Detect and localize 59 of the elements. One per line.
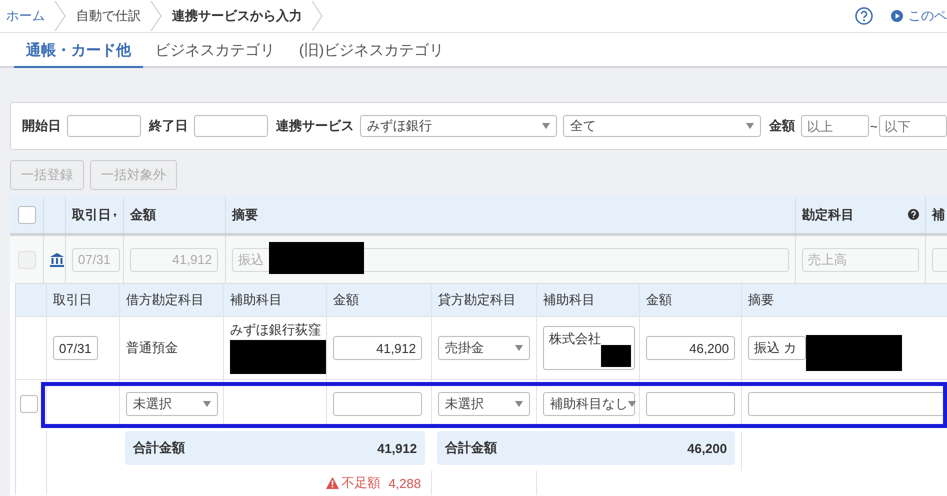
column-header: 勘定科目: [802, 206, 854, 224]
description-field[interactable]: 振込 カ: [748, 336, 806, 360]
date-field[interactable]: 07/31: [53, 336, 98, 360]
column-header: 補助科目: [543, 291, 595, 309]
shortage-label: 不足額: [341, 474, 380, 492]
column-header: 取引日: [72, 206, 111, 224]
amount-field[interactable]: 46,200: [646, 336, 735, 360]
tab[interactable]: (旧)ビジネスカテゴリ: [287, 33, 456, 68]
column-header: 借方勘定科目: [126, 291, 204, 309]
breadcrumb-link[interactable]: 連携サービスから入力: [172, 7, 311, 25]
column-header: 金額: [333, 291, 359, 309]
total-label: 合計金額: [133, 439, 185, 457]
max-amount-field[interactable]: 以下: [878, 115, 947, 137]
play-icon[interactable]: [891, 10, 903, 22]
column-header: 補助科目: [230, 291, 282, 309]
start-date-field[interactable]: [67, 115, 141, 137]
chevron-icon: [150, 1, 162, 31]
service-dropdown[interactable]: みずほ銀行: [360, 115, 557, 137]
filter-label: 連携サービス: [276, 117, 354, 135]
sub-account: みずほ銀行荻窪: [230, 321, 321, 339]
warning-icon: [326, 477, 340, 489]
guide-link[interactable]: このペ: [908, 7, 947, 25]
chevron-icon: [311, 1, 323, 31]
breadcrumb-link[interactable]: 自動で仕訳: [76, 7, 150, 25]
sub-account-field[interactable]: 株式会社: [543, 326, 635, 370]
total-label: 合計金額: [445, 439, 497, 457]
min-amount-field[interactable]: 以上: [801, 115, 869, 137]
column-header: 摘要: [748, 291, 774, 309]
row-checkbox[interactable]: [20, 395, 38, 413]
column-header: 金額: [130, 206, 156, 224]
end-date-field[interactable]: [194, 115, 268, 137]
range-separator: ~: [870, 118, 878, 134]
amount-field[interactable]: 41,912: [333, 336, 422, 360]
bank-icon: [50, 252, 64, 266]
column-header: 補: [932, 206, 945, 224]
column-header: 貸方勘定科目: [438, 291, 516, 309]
column-header: 金額: [646, 291, 672, 309]
total-value: 41,912: [377, 440, 417, 456]
sub-account-dropdown[interactable]: 補助科目なし: [543, 392, 635, 416]
breadcrumb-link[interactable]: ホーム: [6, 7, 54, 25]
chevron-icon: [54, 1, 66, 31]
column-header: 摘要: [232, 206, 258, 224]
filter-label: 開始日: [22, 117, 61, 135]
column-header: 取引日: [53, 291, 92, 309]
tab[interactable]: ビジネスカテゴリ: [143, 33, 287, 68]
filter-label: 金額: [769, 117, 795, 135]
filter-label: 終了日: [149, 117, 188, 135]
total-value: 46,200: [687, 440, 727, 456]
tab[interactable]: 通帳・カード他: [14, 33, 143, 68]
help-icon[interactable]: [908, 209, 919, 220]
select-all-checkbox[interactable]: [18, 206, 36, 224]
debit-account: 普通預金: [126, 339, 178, 357]
amount-field[interactable]: [646, 392, 735, 416]
amount-field[interactable]: [333, 392, 422, 416]
shortage-value: 4,288: [388, 476, 421, 490]
status-dropdown[interactable]: 全て: [563, 115, 761, 137]
account-dropdown[interactable]: 未選択: [126, 392, 218, 416]
account-dropdown[interactable]: 売掛金: [438, 336, 530, 360]
account-dropdown[interactable]: 未選択: [438, 392, 530, 416]
